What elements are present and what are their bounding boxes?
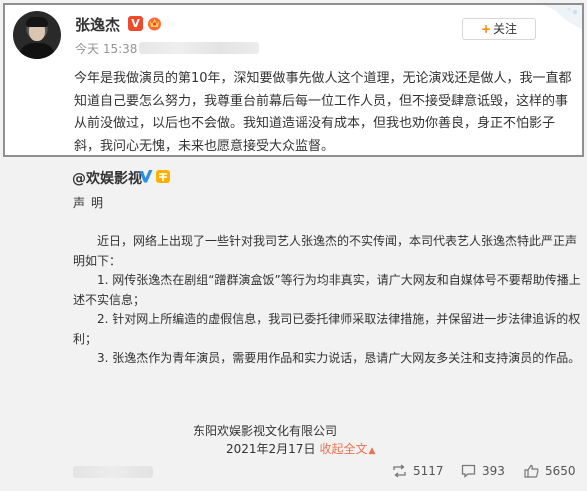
statement-item: 2. 针对网上所编造的虚假信息，我司已委托律师采取法律措施，并保留进一步法律追诉… xyxy=(73,312,581,346)
post-time[interactable]: 今天 15:38 xyxy=(75,40,137,57)
blurred-repost-time xyxy=(73,466,153,478)
statement-date-line: 2021年2月17日 收起全文▲ xyxy=(226,440,375,457)
statement-intro: 近日，网络上出现了一些针对我司艺人张逸杰的不实传闻，本司代表艺人张逸杰特此严正声… xyxy=(73,234,578,268)
company-name: 东阳欢娱影视文化有限公司 xyxy=(193,424,338,438)
comment-count: 393 xyxy=(482,464,505,478)
repost-count: 5117 xyxy=(413,464,444,478)
post-card: 张逸杰 V 今天 15:38 + 关注 今年是我做演员的第10年，深知要做事先做人… xyxy=(3,3,584,157)
like-count: 5650 xyxy=(545,464,576,478)
crown-badge-icon[interactable] xyxy=(146,15,163,31)
repost-button[interactable]: 5117 xyxy=(392,464,444,478)
repost-author[interactable]: @欢娱影视 xyxy=(72,168,142,188)
statement-item: 1. 网传张逸杰在剧组“蹭群演盒饭”等行为均非真实，请广大网友和自媒体号不要帮助… xyxy=(73,273,581,307)
collapse-button[interactable]: 收起全文▲ xyxy=(319,442,375,456)
vip-badge-icon[interactable]: V xyxy=(128,16,143,31)
comment-button[interactable]: 393 xyxy=(461,464,505,478)
collapse-label: 收起全文 xyxy=(319,442,368,456)
caret-up-icon: ▲ xyxy=(368,446,376,456)
follow-label: 关注 xyxy=(493,22,518,36)
member-badge-icon[interactable] xyxy=(155,169,171,184)
like-button[interactable]: 5650 xyxy=(524,464,576,478)
repost-icon xyxy=(393,464,406,478)
author-name[interactable]: 张逸杰 xyxy=(75,14,120,35)
statement-body: 近日，网络上出现了一些针对我司艺人张逸杰的不实传闻，本司代表艺人张逸杰特此严正声… xyxy=(73,232,581,369)
statement-date: 2021年2月17日 xyxy=(226,442,316,456)
avatar[interactable] xyxy=(13,11,61,59)
comment-icon xyxy=(461,464,476,478)
decoration-icon xyxy=(542,5,582,29)
statement-title: 声明 xyxy=(73,196,110,210)
post-text: 今年是我做演员的第10年，深知要做事先做人这个道理，无论演戏还是做人，我一直都知… xyxy=(74,71,572,154)
verified-icon[interactable] xyxy=(138,169,153,184)
follow-button[interactable]: + 关注 xyxy=(462,18,536,40)
plus-icon: + xyxy=(480,22,492,36)
thumbs-up-icon xyxy=(524,464,539,478)
blurred-source xyxy=(139,42,259,54)
statement-item: 3. 张逸杰作为青年演员，需要用作品和实力说话，恳请广大网友多关注和支持演员的作… xyxy=(97,351,581,365)
